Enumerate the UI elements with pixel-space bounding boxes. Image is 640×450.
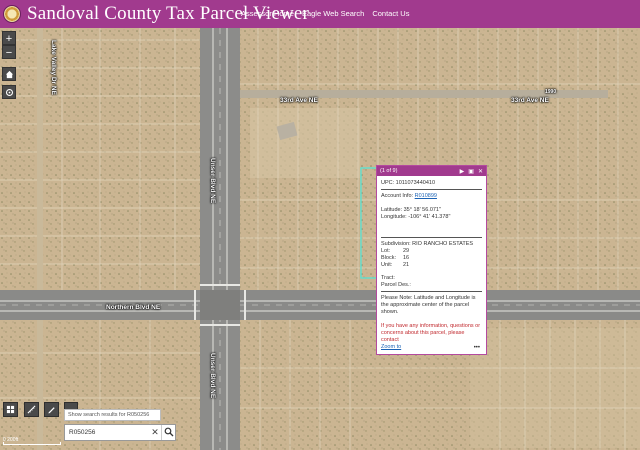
county-seal-logo — [3, 5, 21, 23]
latitude-text: Latitude: 35° 18' 56.071" — [381, 207, 441, 213]
measure-icon — [27, 405, 36, 414]
unit-value: 21 — [403, 261, 410, 268]
zoom-in-button[interactable]: + — [2, 31, 16, 45]
basemap-gallery-button[interactable] — [3, 402, 18, 417]
search-box: ✕ — [64, 424, 176, 441]
divider — [381, 189, 482, 190]
account-link[interactable]: R010899 — [415, 193, 437, 199]
contact-text: If you have any information, questions o… — [381, 323, 481, 344]
dock-icon[interactable]: ▣ — [468, 168, 474, 175]
nav-contact-us[interactable]: Contact Us — [372, 9, 409, 18]
search-icon — [164, 427, 173, 437]
locate-icon — [5, 88, 13, 97]
scale-bar — [3, 442, 61, 445]
account-info: Account Info: R010899 — [381, 193, 482, 200]
road-label-lake-valley: Lake Valley Dr NE — [50, 40, 57, 95]
road-label-northern: Northern Blvd NE — [106, 304, 161, 311]
popup-pager: (1 of 9) — [380, 168, 398, 174]
lot-label: Lot: — [381, 248, 391, 254]
close-icon[interactable]: ✕ — [478, 168, 483, 175]
divider — [381, 291, 482, 293]
zoom-to-link[interactable]: Zoom to — [381, 344, 401, 350]
subdivision-text: Subdivision: RIO RANCHO ESTATES — [381, 241, 474, 247]
popup-header: (1 of 9) ▶ ▣ ✕ — [377, 166, 486, 176]
block-label: Block: — [381, 254, 396, 261]
road-label-unser-bottom: Unser Blvd NE — [209, 353, 216, 399]
search-input[interactable] — [65, 426, 149, 439]
divider — [381, 237, 482, 238]
lot-value: 29 — [403, 248, 410, 254]
parcel-popup: (1 of 9) ▶ ▣ ✕ UPC: 1011073440410 Accoun… — [376, 165, 487, 355]
account-label: Account Info: — [381, 193, 415, 199]
map-view[interactable]: Lake Valley Dr NE Unser Blvd NE Unser Bl… — [0, 28, 640, 450]
draw-button[interactable] — [44, 402, 59, 417]
locate-button[interactable] — [2, 85, 16, 99]
search-results-hint[interactable]: Show search results for R050256 — [64, 409, 161, 421]
parcel-des-text: Parcel Des.: — [381, 282, 411, 289]
address-badge: 1990 — [545, 89, 557, 95]
road-label-33rd-right: 33rd Ave NE — [511, 97, 549, 104]
note-text: Please Note: Latitude and Longitude is t… — [381, 295, 476, 316]
nav-assessor-home[interactable]: Assessor Home — [241, 9, 294, 18]
longitude-text: Longitude: -106° 41' 41.378" — [381, 214, 451, 220]
app-header: Sandoval County Tax Parcel Viewer Assess… — [0, 0, 640, 28]
search-button[interactable] — [161, 425, 175, 440]
upc-text: UPC: 1011073440410 — [381, 180, 436, 186]
block-value: 16 — [403, 254, 410, 261]
nav-eagle-web-search[interactable]: Eagle Web Search — [302, 9, 364, 18]
measure-button[interactable] — [24, 402, 39, 417]
header-nav: Assessor Home Eagle Web Search Contact U… — [241, 9, 409, 18]
popup-menu-icon[interactable]: ••• — [474, 345, 480, 351]
home-icon — [5, 70, 13, 79]
zoom-out-button[interactable]: − — [2, 45, 16, 59]
tract-text: Tract: — [381, 275, 395, 282]
next-feature-icon[interactable]: ▶ — [460, 168, 465, 175]
aerial-imagery — [0, 28, 640, 450]
clear-search-icon[interactable]: ✕ — [149, 427, 161, 438]
home-button[interactable] — [2, 67, 16, 81]
road-label-unser-top: Unser Blvd NE — [209, 158, 216, 204]
road-label-33rd-left: 33rd Ave NE — [280, 97, 318, 104]
pencil-icon — [48, 407, 55, 414]
grid-icon — [6, 405, 15, 414]
unit-label: Unit: — [381, 261, 393, 268]
